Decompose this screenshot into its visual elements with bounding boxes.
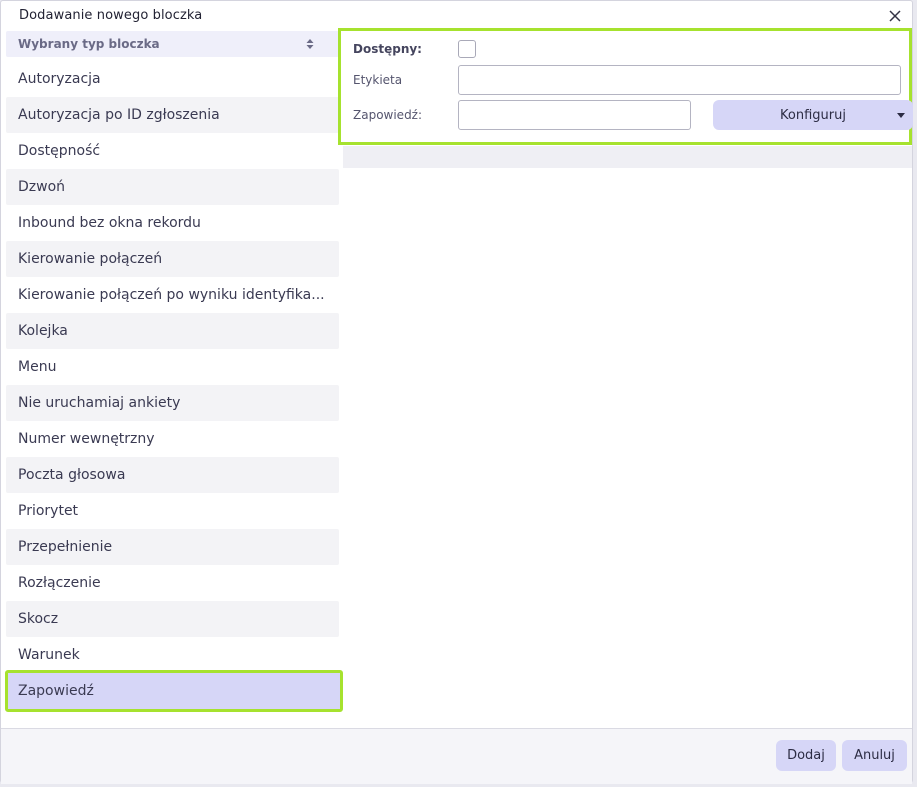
list-header[interactable]: Wybrany typ bloczka (6, 31, 339, 57)
list-item[interactable]: Autoryzacja po ID zgłoszenia (6, 97, 339, 133)
available-label: Dostępny: (353, 42, 422, 56)
label-row: Etykieta (353, 65, 901, 95)
list-item[interactable]: Kierowanie połączeń (6, 241, 339, 277)
close-icon (889, 10, 901, 22)
list-item[interactable]: Kierowanie połączeń po wyniku identyfika… (6, 277, 339, 313)
list-item[interactable]: Priorytet (6, 493, 339, 529)
announcement-label: Zapowiedź: (353, 108, 423, 122)
close-button[interactable] (884, 5, 906, 27)
list-item[interactable]: Numer wewnętrzny (6, 421, 339, 457)
block-type-list: Wybrany typ bloczka Autoryzacja Autoryzac… (5, 31, 343, 712)
list-item[interactable]: Nie uruchamiaj ankiety (6, 385, 339, 421)
available-checkbox[interactable] (458, 40, 476, 58)
sort-icon (306, 39, 314, 49)
dialog-title: Dodawanie nowego bloczka (19, 8, 203, 23)
announcement-row: Zapowiedź: Konfiguruj (353, 100, 913, 130)
list-item[interactable]: Inbound bez okna rekordu (6, 205, 339, 241)
list-header-label: Wybrany typ bloczka (18, 37, 160, 51)
block-form: Dostępny: Etykieta Zapowiedź: Konfiguruj (338, 28, 913, 145)
add-button[interactable]: Dodaj (776, 740, 836, 771)
list-item[interactable]: Zapowiedź (5, 670, 343, 712)
label-label: Etykieta (353, 73, 403, 87)
list-item[interactable]: Warunek (6, 637, 339, 673)
configure-button-label: Konfiguruj (780, 107, 846, 123)
list-item[interactable]: Poczta głosowa (6, 457, 339, 493)
cancel-button[interactable]: Anuluj (842, 740, 907, 771)
add-block-dialog: Dodawanie nowego bloczka Wybrany typ blo… (0, 0, 913, 784)
label-input[interactable] (458, 65, 901, 95)
announcement-input[interactable] (458, 100, 691, 130)
configure-button[interactable]: Konfiguruj (713, 100, 913, 130)
list-item[interactable]: Menu (6, 349, 339, 385)
form-divider-strip (343, 146, 912, 168)
list-item[interactable]: Przepełnienie (6, 529, 339, 565)
dialog-titlebar: Dodawanie nowego bloczka (1, 1, 912, 31)
list-item[interactable]: Dostępność (6, 133, 339, 169)
dialog-footer: Dodaj Anuluj (1, 728, 912, 784)
chevron-down-icon[interactable] (897, 113, 905, 118)
list-item[interactable]: Autoryzacja (6, 61, 339, 97)
list-item[interactable]: Dzwoń (6, 169, 339, 205)
list-item[interactable]: Rozłączenie (6, 565, 339, 601)
list-items: Autoryzacja Autoryzacja po ID zgłoszenia D… (5, 61, 343, 712)
available-row: Dostępny: (353, 40, 476, 58)
list-item[interactable]: Skocz (6, 601, 339, 637)
list-item[interactable]: Kolejka (6, 313, 339, 349)
